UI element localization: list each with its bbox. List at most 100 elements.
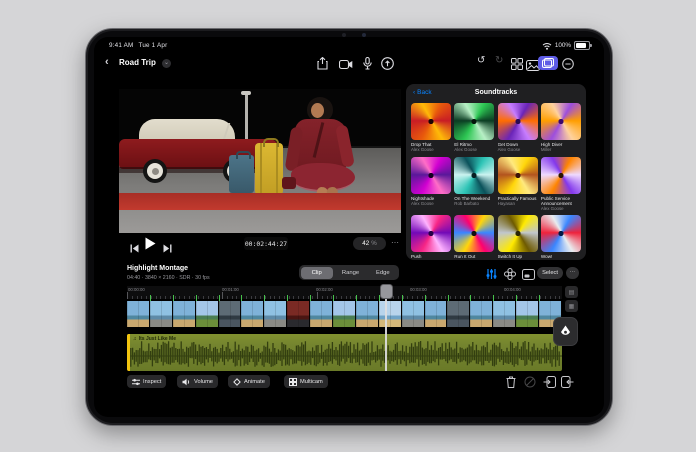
status-time-date: 9:41 AMTue 1 Apr	[109, 42, 172, 49]
inspect-label: Inspect	[143, 379, 161, 385]
soundtrack-item[interactable]: Wow!Alex Goose	[541, 215, 581, 260]
ruler-label: 00:03:00	[410, 287, 427, 292]
playhead-handle[interactable]	[380, 284, 393, 299]
share-icon[interactable]	[317, 57, 328, 75]
red-purse	[282, 177, 296, 189]
woman-face	[311, 103, 324, 118]
audio-track-clip[interactable]: ♫ Its Just Like Me	[127, 334, 562, 371]
viewer-zoom-control[interactable]: 42%	[353, 237, 386, 250]
soundtrack-item[interactable]: High DiverMiller	[541, 103, 581, 153]
mode-clip[interactable]: Clip	[301, 267, 333, 279]
timeline-more-button[interactable]: ⋯	[566, 267, 579, 279]
soundtrack-artist: Alex Goose	[411, 147, 451, 152]
soundtrack-item[interactable]: Public Service AnnouncementAlex Goose	[541, 157, 581, 212]
soundtrack-artist: Alex Goose	[411, 201, 451, 206]
volume-button[interactable]: Volume	[177, 375, 218, 388]
soundtrack-item[interactable]: NightshadeAlex Goose	[411, 157, 451, 212]
selection-mode-segmented-control: Clip Range Edge	[299, 265, 399, 280]
speaker-icon	[182, 378, 191, 386]
soundtrack-item[interactable]: PushValentia	[411, 215, 451, 260]
pencil-tool-handle[interactable]	[553, 317, 578, 346]
soundtrack-artwork[interactable]	[454, 215, 494, 252]
red-curb	[119, 193, 401, 210]
soundtrack-artist: Alex Goose	[541, 206, 581, 211]
overwrite-clip-icon[interactable]	[561, 375, 574, 393]
status-time: 9:41 AM	[109, 42, 134, 49]
soundtrack-item[interactable]: Switch It UpAlex Goose	[498, 215, 538, 260]
play-button[interactable]	[145, 237, 156, 255]
soundtrack-artist: Hayasan	[498, 201, 538, 206]
project-title-menu-icon[interactable]: ⌄	[162, 59, 171, 68]
previous-frame-icon[interactable]	[130, 240, 139, 258]
camera-icon[interactable]	[339, 57, 353, 75]
soundtrack-artist: Miller	[541, 147, 581, 152]
soundtrack-item[interactable]: On The WeekendRob Barbato	[454, 157, 494, 212]
soundtrack-artwork[interactable]	[498, 157, 538, 194]
soundtrack-artwork[interactable]	[541, 215, 581, 252]
status-bar: 9:41 AMTue 1 Apr 100%	[94, 39, 604, 52]
soundtrack-artwork[interactable]	[411, 215, 451, 252]
soundtrack-artwork[interactable]	[541, 157, 581, 194]
soundtrack-item[interactable]: Drop ThatAlex Goose	[411, 103, 451, 153]
app-screen: 9:41 AMTue 1 Apr 100% ‹ Road Trip ⌄	[94, 37, 604, 417]
keyframe-diamond-icon	[233, 378, 241, 386]
animate-button[interactable]: Animate	[228, 375, 270, 388]
ruler-label: 00:00:00	[128, 287, 145, 292]
trash-icon[interactable]	[506, 375, 516, 393]
viewer-zoom-unit: %	[371, 240, 377, 247]
soundtrack-artwork[interactable]	[454, 103, 494, 140]
panel-title: Soundtracks	[406, 89, 586, 96]
soundtrack-item[interactable]: Get DownAlex Goose	[498, 103, 538, 153]
circle-arrow-icon[interactable]	[381, 57, 394, 75]
overlay-clip-icon[interactable]	[522, 267, 535, 285]
hide-browser-icon[interactable]	[562, 57, 574, 75]
redo-icon[interactable]: ↻	[495, 55, 503, 67]
volume-label: Volume	[194, 379, 213, 385]
soundtrack-name: Public Service Announcement	[541, 196, 581, 207]
soundtrack-artwork[interactable]	[498, 215, 538, 252]
viewer-preview[interactable]	[119, 89, 401, 233]
ruler-label: 00:02:00	[316, 287, 333, 292]
animate-label: Animate	[244, 379, 265, 385]
timeline-zoom-button[interactable]: ▦	[565, 300, 578, 312]
media-browser-button-active[interactable]	[538, 56, 558, 70]
soundtrack-item[interactable]: Practically FamousHayasan	[498, 157, 538, 212]
mode-range[interactable]: Range	[334, 265, 366, 280]
undo-icon[interactable]: ↺	[477, 55, 485, 67]
viewer-more-icon[interactable]: ⋯	[391, 238, 400, 247]
wifi-icon	[542, 42, 552, 50]
ipad-device: 9:41 AMTue 1 Apr 100% ‹ Road Trip ⌄	[85, 28, 613, 426]
insert-clip-icon[interactable]	[543, 375, 556, 393]
multicam-grid-icon	[289, 378, 297, 386]
car-wheel-rear	[143, 159, 167, 183]
timeline-index-button[interactable]: ▤	[565, 286, 578, 298]
select-button[interactable]: Select	[537, 267, 563, 279]
soundtrack-artwork[interactable]	[541, 103, 581, 140]
timeline-project-specs: 04:40 · 3840 × 2160 · SDR · 30 fps	[127, 275, 210, 281]
blue-suitcase	[229, 155, 254, 193]
yellow-suitcase	[255, 143, 283, 195]
soundtrack-artwork[interactable]	[411, 157, 451, 194]
soundtracks-panel: ‹ Back Soundtracks Drop ThatAlex Goose E…	[406, 84, 586, 260]
pole-cap	[241, 91, 251, 95]
soundtrack-item[interactable]: Run It OutAlex Goose	[454, 215, 494, 260]
project-title[interactable]: Road Trip	[119, 58, 156, 67]
soundtrack-item[interactable]: El RitmoAlex Goose	[454, 103, 494, 153]
inspect-button[interactable]: Inspect	[127, 375, 166, 388]
timeline-appearance-icon[interactable]	[486, 267, 497, 285]
microphone-icon[interactable]	[363, 57, 372, 75]
back-button[interactable]: ‹	[105, 56, 109, 68]
multicam-label: Multicam	[300, 379, 323, 385]
soundtrack-artwork[interactable]	[498, 103, 538, 140]
video-track-filmstrip[interactable]	[127, 301, 562, 327]
effects-icon[interactable]	[504, 267, 516, 285]
next-frame-icon[interactable]	[163, 240, 172, 258]
multicam-button[interactable]: Multicam	[284, 375, 328, 388]
grid-view-icon[interactable]	[511, 57, 523, 75]
viewer-zoom-value: 42	[362, 240, 369, 247]
soundtrack-artwork[interactable]	[454, 157, 494, 194]
clip-trim-handle[interactable]	[127, 334, 130, 371]
soundtrack-artwork[interactable]	[411, 103, 451, 140]
mode-edge[interactable]: Edge	[367, 265, 399, 280]
disable-clip-icon[interactable]	[524, 375, 536, 393]
